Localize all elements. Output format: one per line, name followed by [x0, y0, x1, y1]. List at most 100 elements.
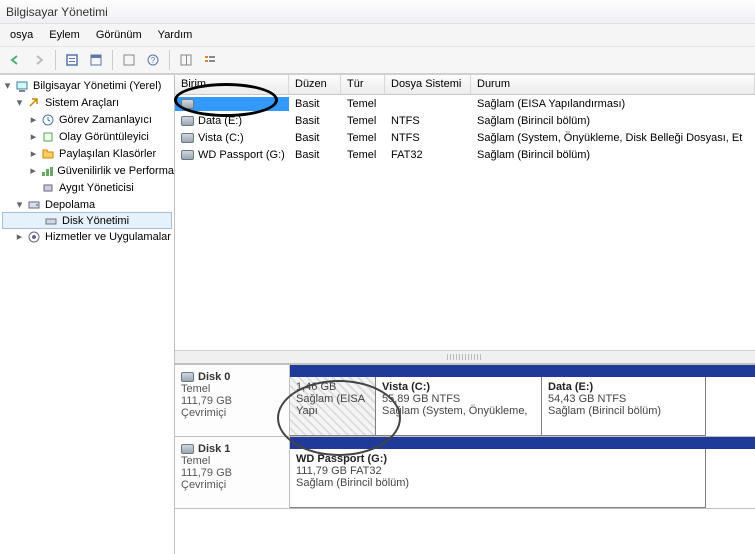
cell-fs [385, 103, 471, 105]
col-durum[interactable]: Durum [471, 75, 755, 94]
storage-icon [26, 197, 42, 213]
col-duzen[interactable]: Düzen [289, 75, 341, 94]
cell-birim [175, 97, 289, 111]
volume-row[interactable]: Data (E:)BasitTemelNTFSSağlam (Birincil … [175, 112, 755, 129]
main-area: ▾ Bilgisayar Yönetimi (Yerel) ▾ Sistem A… [0, 74, 755, 554]
partition[interactable]: Data (E:)54,43 GB NTFSSağlam (Birincil b… [542, 377, 706, 436]
svg-text:?: ? [151, 56, 156, 65]
toolbar: ? [0, 46, 755, 74]
cell-birim: WD Passport (G:) [175, 148, 289, 162]
cell-durum: Sağlam (EISA Yapılandırması) [471, 97, 755, 111]
expand-icon[interactable]: ▸ [28, 130, 39, 143]
tree-label: Disk Yönetimi [62, 215, 129, 227]
partition[interactable]: 1,46 GBSağlam (EISA Yapı [290, 377, 376, 436]
menu-bar: osya Eylem Görünüm Yardım [0, 24, 755, 46]
disk-row[interactable]: Disk 0Temel111,79 GBÇevrimiçi1,46 GBSağl… [175, 365, 755, 437]
partition-strip [290, 365, 755, 377]
disk-info: Disk 0Temel111,79 GBÇevrimiçi [175, 365, 290, 436]
expand-icon[interactable]: ▾ [2, 79, 13, 92]
volume-list-header[interactable]: Birim Düzen Tür Dosya Sistemi Durum [175, 75, 755, 95]
toolbar-refresh-button[interactable] [118, 49, 140, 71]
tools-icon [26, 95, 42, 111]
perf-icon [39, 163, 54, 179]
volume-row[interactable]: BasitTemel Sağlam (EISA Yapılandırması) [175, 95, 755, 112]
expand-icon[interactable]: ▸ [28, 147, 39, 160]
menu-file[interactable]: osya [2, 26, 41, 44]
expand-icon[interactable]: ▾ [14, 198, 25, 211]
tree-event-viewer[interactable]: ▸ Olay Görüntüleyici [0, 128, 174, 145]
cell-tur: Temel [341, 131, 385, 145]
disk-partitions: WD Passport (G:)111,79 GB FAT32Sağlam (B… [290, 437, 755, 508]
partition[interactable]: WD Passport (G:)111,79 GB FAT32Sağlam (B… [290, 449, 706, 508]
menu-view[interactable]: Görünüm [88, 26, 150, 44]
tree-label: Depolama [45, 199, 95, 211]
tree-label: Paylaşılan Klasörler [59, 148, 156, 160]
expand-icon[interactable]: ▸ [28, 113, 39, 126]
cell-birim: Data (E:) [175, 114, 289, 128]
col-birim[interactable]: Birim [175, 75, 289, 94]
event-icon [40, 129, 56, 145]
menu-help[interactable]: Yardım [150, 26, 201, 44]
cell-durum: Sağlam (Birincil bölüm) [471, 148, 755, 162]
expand-icon[interactable]: ▾ [14, 96, 25, 109]
cell-duzen: Basit [289, 148, 341, 162]
computer-icon [14, 78, 30, 94]
col-fs[interactable]: Dosya Sistemi [385, 75, 471, 94]
tree-label: Bilgisayar Yönetimi (Yerel) [33, 80, 161, 92]
tree-reliability[interactable]: ▸ Güvenilirlik ve Performa [0, 162, 174, 179]
cell-tur: Temel [341, 97, 385, 111]
nav-forward-button[interactable] [28, 49, 50, 71]
menu-action[interactable]: Eylem [41, 26, 88, 44]
folder-icon [40, 146, 56, 162]
content-area: Birim Düzen Tür Dosya Sistemi Durum Basi… [175, 75, 755, 554]
toolbar-button-1[interactable] [61, 49, 83, 71]
toolbar-help-button[interactable]: ? [142, 49, 164, 71]
toolbar-separator [169, 50, 170, 70]
partition-strip [290, 437, 755, 449]
tree-device-manager[interactable]: Aygıt Yöneticisi [0, 179, 174, 196]
volume-icon [181, 150, 194, 160]
cell-duzen: Basit [289, 114, 341, 128]
toolbar-button-2[interactable] [85, 49, 107, 71]
volume-row[interactable]: WD Passport (G:)BasitTemelFAT32Sağlam (B… [175, 146, 755, 163]
volume-row[interactable]: Vista (C:)BasitTemelNTFSSağlam (System, … [175, 129, 755, 146]
cell-durum: Sağlam (System, Önyükleme, Disk Belleği … [471, 131, 755, 145]
cell-duzen: Basit [289, 97, 341, 111]
tree-label: Aygıt Yöneticisi [59, 182, 134, 194]
volume-list-body: BasitTemelSağlam (EISA Yapılandırması)Da… [175, 95, 755, 163]
services-icon [26, 229, 42, 245]
disk-icon [43, 213, 59, 229]
disk-row[interactable]: Disk 1Temel111,79 GBÇevrimiçiWD Passport… [175, 437, 755, 509]
disk-graphical-view[interactable]: Disk 0Temel111,79 GBÇevrimiçi1,46 GBSağl… [175, 365, 755, 554]
volume-list[interactable]: Birim Düzen Tür Dosya Sistemi Durum Basi… [175, 75, 755, 365]
toolbar-list-button[interactable] [199, 49, 221, 71]
tree-disk-management[interactable]: Disk Yönetimi [2, 212, 172, 229]
cell-fs: NTFS [385, 114, 471, 128]
splitter[interactable] [175, 350, 755, 364]
tree-storage[interactable]: ▾ Depolama [0, 196, 174, 213]
toolbar-view-button[interactable] [175, 49, 197, 71]
expand-icon[interactable]: ▸ [28, 164, 38, 177]
cell-birim: Vista (C:) [175, 131, 289, 145]
col-tur[interactable]: Tür [341, 75, 385, 94]
tree-task-scheduler[interactable]: ▸ Görev Zamanlayıcı [0, 111, 174, 128]
tree-label: Hizmetler ve Uygulamalar [45, 231, 171, 243]
cell-duzen: Basit [289, 131, 341, 145]
cell-tur: Temel [341, 148, 385, 162]
window-titlebar: Bilgisayar Yönetimi [0, 0, 755, 24]
tree-shared-folders[interactable]: ▸ Paylaşılan Klasörler [0, 145, 174, 162]
expand-icon[interactable]: ▸ [14, 230, 25, 243]
partition[interactable]: Vista (C:)55,89 GB NTFSSağlam (System, Ö… [376, 377, 542, 436]
tree-root[interactable]: ▾ Bilgisayar Yönetimi (Yerel) [0, 77, 174, 94]
toolbar-separator [112, 50, 113, 70]
disk-info: Disk 1Temel111,79 GBÇevrimiçi [175, 437, 290, 508]
tree-label: Olay Görüntüleyici [59, 131, 149, 143]
navigation-tree[interactable]: ▾ Bilgisayar Yönetimi (Yerel) ▾ Sistem A… [0, 75, 175, 554]
volume-icon [181, 99, 194, 109]
nav-back-button[interactable] [4, 49, 26, 71]
cell-durum: Sağlam (Birincil bölüm) [471, 114, 755, 128]
tree-system-tools[interactable]: ▾ Sistem Araçları [0, 94, 174, 111]
clock-icon [40, 112, 56, 128]
toolbar-separator [55, 50, 56, 70]
tree-services[interactable]: ▸ Hizmetler ve Uygulamalar [0, 228, 174, 245]
